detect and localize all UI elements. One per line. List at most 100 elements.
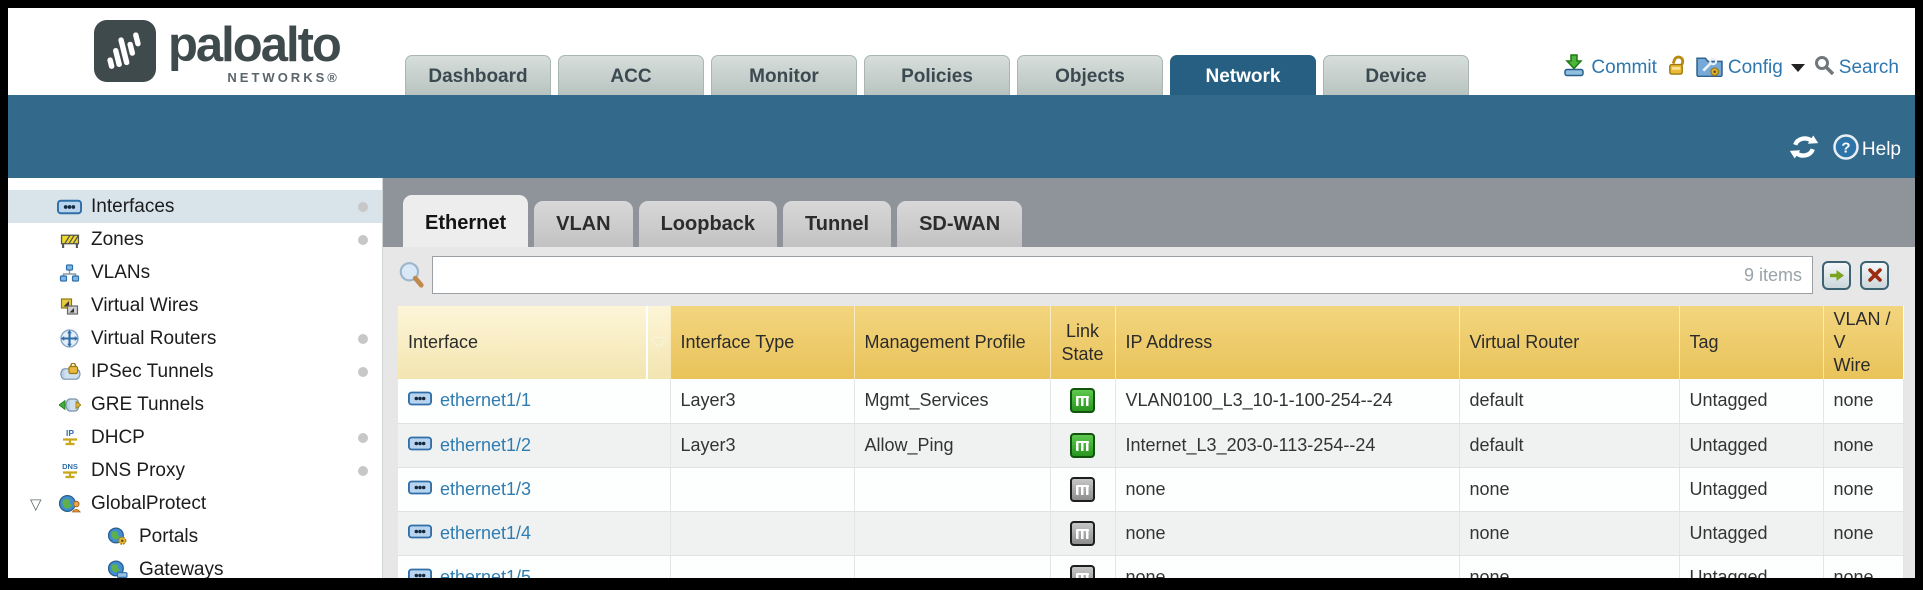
tab-ethernet[interactable]: Ethernet (403, 195, 528, 247)
sidebar-item-vlans[interactable]: VLANs (8, 256, 382, 289)
tab-policies[interactable]: Policies (864, 55, 1010, 95)
column-header-vlan-virtual-wire[interactable]: VLAN / V Wire (1823, 306, 1903, 379)
filter-input[interactable] (433, 257, 1744, 293)
sidebar-item-virtual-routers[interactable]: Virtual Routers (8, 322, 382, 355)
help-label: Help (1862, 139, 1901, 161)
cell-tag: Untagged (1679, 467, 1823, 511)
interface-link[interactable]: ethernet1/2 (408, 435, 660, 456)
dns-proxy-icon: DNS (56, 461, 83, 481)
link-up-icon (1070, 433, 1095, 458)
interface-link[interactable]: ethernet1/1 (408, 390, 660, 411)
main-nav-tabs: Dashboard ACC Monitor Policies Objects N… (405, 55, 1469, 95)
sidebar-item-virtual-wires[interactable]: Virtual Wires (8, 289, 382, 322)
cell-virtual-router: none (1459, 511, 1679, 555)
tab-dashboard[interactable]: Dashboard (405, 55, 551, 95)
tab-monitor[interactable]: Monitor (711, 55, 857, 95)
tab-sdwan[interactable]: SD-WAN (897, 201, 1022, 247)
cell-link-state (1050, 467, 1115, 511)
table-row: ethernet1/4 none none Untagged none (398, 511, 1903, 555)
tab-objects[interactable]: Objects (1017, 55, 1163, 95)
virtual-routers-icon (56, 329, 83, 348)
band-actions: ? Help (1789, 134, 1901, 166)
cell-link-state (1050, 511, 1115, 555)
cell-interface-type: Layer3 (670, 379, 854, 423)
cell-management-profile: Allow_Ping (854, 423, 1050, 467)
tab-loopback[interactable]: Loopback (639, 201, 777, 247)
sidebar-item-label: Zones (91, 229, 144, 251)
sidebar-item-portals[interactable]: Portals (8, 520, 382, 553)
table-row: ethernet1/5 none none Untagged none (398, 555, 1903, 578)
apply-filter-button[interactable] (1822, 261, 1851, 290)
tab-network[interactable]: Network (1170, 55, 1316, 95)
network-sidebar: Interfaces Zones VLANs Vir (8, 178, 383, 578)
refresh-icon (1789, 135, 1819, 165)
nav-utilities: Commit (1562, 53, 1899, 83)
items-count: 9 items (1744, 265, 1812, 286)
interface-link[interactable]: ethernet1/3 (408, 479, 660, 500)
help-button[interactable]: ? Help (1833, 134, 1901, 166)
gateways-icon (104, 560, 131, 578)
cell-interface-type (670, 555, 854, 578)
commit-button[interactable]: Commit (1562, 53, 1656, 83)
cell-interface: ethernet1/3 (398, 467, 670, 511)
tab-vlan[interactable]: VLAN (534, 201, 632, 247)
paloalto-logo: paloalto NETWORKS® (94, 20, 340, 87)
column-header-interface-type[interactable]: Interface Type (670, 306, 854, 379)
column-header-management-profile[interactable]: Management Profile (854, 306, 1050, 379)
interface-name: ethernet1/3 (440, 479, 531, 500)
sidebar-item-dns-proxy[interactable]: DNS DNS Proxy (8, 454, 382, 487)
search-button[interactable]: Search (1814, 55, 1899, 81)
brand-name: paloalto (168, 20, 340, 70)
sidebar-item-interfaces[interactable]: Interfaces (8, 190, 382, 223)
status-dot (358, 235, 368, 245)
filter-input-box: 9 items (432, 256, 1813, 294)
cell-vlan-wire: none (1823, 467, 1903, 511)
interface-name: ethernet1/5 (440, 567, 531, 579)
interface-link[interactable]: ethernet1/5 (408, 567, 660, 579)
column-header-ip-address[interactable]: IP Address (1115, 306, 1459, 379)
cell-interface: ethernet1/5 (398, 555, 670, 578)
sidebar-item-gateways[interactable]: Gateways (8, 553, 382, 578)
sidebar-item-gre-tunnels[interactable]: GRE Tunnels (8, 388, 382, 421)
cell-virtual-router: default (1459, 423, 1679, 467)
cell-tag: Untagged (1679, 379, 1823, 423)
sidebar-item-dhcp[interactable]: IP DHCP (8, 421, 382, 454)
sidebar-item-label: Virtual Routers (91, 328, 216, 350)
sort-dropdown-icon[interactable] (646, 306, 670, 379)
interface-icon (408, 567, 432, 579)
tab-device[interactable]: Device (1323, 55, 1469, 95)
cell-ip-address: none (1115, 555, 1459, 578)
clear-filter-button[interactable] (1860, 261, 1889, 290)
tab-acc[interactable]: ACC (558, 55, 704, 95)
lock-button[interactable] (1666, 54, 1687, 83)
config-dropdown[interactable]: Config (1696, 54, 1805, 83)
filter-magnifier-icon (398, 261, 426, 289)
interfaces-table: Interface Interface Type Management Prof… (398, 306, 1905, 578)
cell-virtual-router: default (1459, 379, 1679, 423)
interface-name: ethernet1/4 (440, 523, 531, 544)
cell-tag: Untagged (1679, 555, 1823, 578)
column-header-virtual-router[interactable]: Virtual Router (1459, 306, 1679, 379)
paloalto-logo-icon (94, 20, 156, 87)
expand-caret-icon[interactable]: ▽ (30, 495, 42, 513)
cell-management-profile: Mgmt_Services (854, 379, 1050, 423)
sidebar-item-zones[interactable]: Zones (8, 223, 382, 256)
cell-management-profile (854, 511, 1050, 555)
status-dot (358, 334, 368, 344)
interface-icon (408, 523, 432, 544)
tab-tunnel[interactable]: Tunnel (783, 201, 891, 247)
column-header-interface[interactable]: Interface (398, 306, 670, 379)
sidebar-item-globalprotect[interactable]: ▽ GlobalProtect (8, 487, 382, 520)
table-row: ethernet1/2 Layer3 Allow_Ping Internet_L… (398, 423, 1903, 467)
cell-ip-address: Internet_L3_203-0-113-254--24 (1115, 423, 1459, 467)
sidebar-item-label: DNS Proxy (91, 460, 185, 482)
sidebar-item-label: Gateways (139, 559, 223, 579)
interface-link[interactable]: ethernet1/4 (408, 523, 660, 544)
column-header-link-state[interactable]: Link State (1050, 306, 1115, 379)
interface-icon (408, 479, 432, 500)
refresh-button[interactable] (1789, 135, 1819, 165)
sidebar-item-ipsec-tunnels[interactable]: IPSec Tunnels (8, 355, 382, 388)
column-header-tag[interactable]: Tag (1679, 306, 1823, 379)
cell-management-profile (854, 555, 1050, 578)
cell-ip-address: none (1115, 467, 1459, 511)
